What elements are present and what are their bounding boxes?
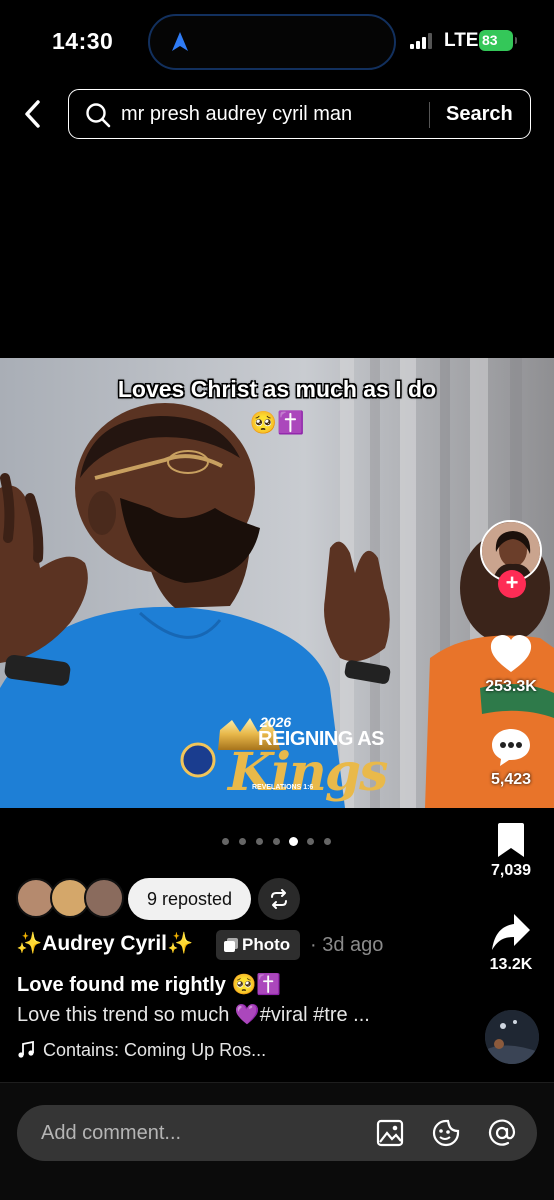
image-icon[interactable] [375, 1118, 405, 1148]
photo-stack-icon [224, 938, 238, 952]
save-count: 7,039 [490, 862, 532, 879]
signal-icon [410, 33, 436, 49]
status-bar: 14:30 LTE 83 [0, 0, 554, 84]
comment-bar: Add comment... [0, 1082, 554, 1200]
repost-button[interactable] [258, 878, 300, 920]
like-button[interactable]: 253.3K [481, 634, 541, 696]
banner-line2: Kings [228, 742, 388, 803]
heart-icon [490, 635, 532, 672]
save-button[interactable]: 7,039 [481, 822, 541, 880]
status-time: 14:30 [52, 28, 114, 54]
share-count: 13.2K [489, 956, 533, 973]
banner-ref: REVELATIONS 1:6 [252, 784, 314, 791]
photo-caption-overlay: Loves Christ as much as I do [117, 376, 437, 402]
like-count: 253.3K [485, 678, 537, 695]
comment-count: 5,423 [490, 771, 532, 788]
post-title: Love found me rightly 🥺✝️ [17, 974, 282, 996]
network-label: LTE [444, 30, 479, 51]
location-arrow-icon [172, 32, 188, 51]
comment-button[interactable]: 5,423 [481, 727, 541, 789]
comment-placeholder: Add comment... [41, 1122, 182, 1144]
search-query[interactable]: mr presh audrey cyril man [121, 103, 352, 126]
photo-type-label: Photo [242, 935, 291, 954]
dynamic-island [148, 14, 396, 70]
follow-plus-button[interactable]: + [498, 570, 526, 598]
back-arrow-icon[interactable] [18, 94, 48, 134]
photo-type-tag: Photo [216, 930, 301, 960]
post-time: · 3d ago [310, 934, 384, 956]
search-header: mr presh audrey cyril man Search [0, 84, 554, 148]
search-icon [86, 103, 111, 128]
search-button[interactable]: Search [446, 103, 513, 126]
music-label: Contains: Coming Up Ros... [43, 1040, 267, 1060]
music-note-icon [18, 1041, 34, 1058]
music-disc-icon[interactable] [485, 1010, 539, 1064]
music-info[interactable]: Contains: Coming Up Ros... [17, 1040, 266, 1061]
bookmark-icon [498, 823, 524, 857]
share-button[interactable]: 13.2K [481, 912, 541, 974]
photo-caption-emoji: 🥺✝️ [249, 410, 305, 435]
battery-icon: 83 [479, 30, 517, 51]
comment-icon [492, 729, 530, 766]
repost-icon [271, 889, 287, 909]
emoji-sticker-icon[interactable] [431, 1118, 461, 1148]
mention-at-icon[interactable] [487, 1118, 517, 1148]
reposter-avatar [84, 878, 124, 918]
comment-input[interactable]: Add comment... [17, 1105, 537, 1161]
carousel-indicator [222, 837, 342, 848]
search-divider [429, 102, 430, 128]
author-name[interactable]: ✨Audrey Cyril✨ [16, 932, 193, 956]
search-box[interactable]: mr presh audrey cyril man Search [68, 89, 531, 139]
share-arrow-icon [492, 914, 530, 950]
reposted-count-pill[interactable]: 9 reposted [128, 878, 251, 920]
post-description[interactable]: Love this trend so much 💜#viral #tre ... [17, 1002, 370, 1027]
